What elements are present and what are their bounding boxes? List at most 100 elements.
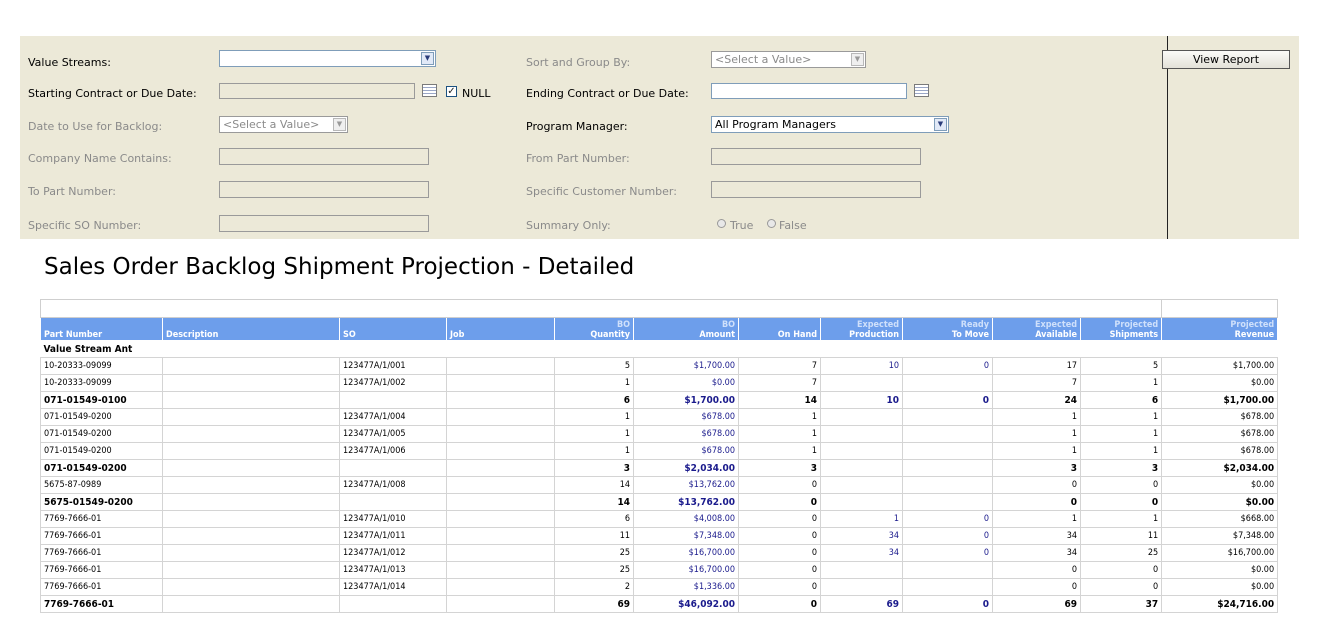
cell-qty: 69	[554, 595, 634, 613]
column-header[interactable]: Expected Production	[820, 317, 903, 341]
program-manager-select[interactable]: All Program Managers ▼	[711, 116, 949, 133]
column-header-line2: Description	[166, 330, 219, 340]
chevron-down-icon[interactable]: ▼	[333, 118, 346, 131]
cell-move: 0	[902, 391, 993, 409]
cell-move	[902, 493, 993, 511]
cell-move: 0	[902, 544, 993, 562]
column-header[interactable]: On Hand	[738, 317, 821, 341]
cell-ship: 0	[1079, 476, 1163, 494]
cell-ship: 0	[1079, 561, 1163, 579]
calendar-icon[interactable]	[914, 84, 929, 97]
column-header[interactable]: Ready To Move	[902, 317, 993, 341]
column-header-line2: Revenue	[1234, 330, 1275, 340]
cell-so: 123477A/1/005	[339, 425, 447, 443]
cell-part: 7769-7666-01	[40, 561, 163, 579]
cell-move: 0	[902, 510, 993, 528]
cell-avail: 1	[992, 510, 1081, 528]
calendar-icon[interactable]	[422, 84, 437, 97]
cell-onhand: 1	[738, 442, 821, 460]
cell-prod: 34	[820, 527, 903, 545]
cell-ship: 6	[1079, 391, 1163, 409]
cell-avail: 7	[992, 374, 1081, 392]
cell-amt: $4,008.00	[633, 510, 739, 528]
cell-prod: 10	[820, 357, 903, 375]
column-header[interactable]: Expected Available	[992, 317, 1081, 341]
chevron-down-icon[interactable]: ▼	[421, 52, 434, 65]
table-row: 10-20333-09099 123477A/1/002 1 $0.00 7 7 1 $0.0…	[40, 374, 1279, 392]
cell-desc	[162, 391, 340, 409]
table-row: 071-01549-0200 123477A/1/006 1 $678.00 1 1 1 $6…	[40, 442, 1279, 460]
column-header[interactable]: BO Amount	[633, 317, 739, 341]
column-header[interactable]: BO Quantity	[554, 317, 634, 341]
cell-rev: $678.00	[1161, 425, 1279, 443]
cell-job	[446, 544, 555, 562]
cell-job	[446, 527, 555, 545]
cell-amt: $13,762.00	[633, 493, 739, 511]
report-table: Part Number Description SO Job BO Quantity BO A…	[39, 299, 1279, 613]
column-header-line1	[44, 320, 159, 330]
column-header-line2: To Move	[951, 330, 989, 340]
cell-avail: 34	[992, 544, 1081, 562]
cell-ship: 1	[1079, 425, 1163, 443]
cell-amt: $0.00	[633, 374, 739, 392]
customer-number-label: Specific Customer Number:	[526, 185, 677, 198]
cell-job	[446, 595, 555, 613]
cell-avail: 17	[992, 357, 1081, 375]
column-header[interactable]: Description	[162, 317, 340, 341]
cell-move: 0	[902, 527, 993, 545]
parameters-panel: Value Streams: ▼ Sort and Group By: <Sel…	[20, 36, 1299, 239]
table-row: 7769-7666-01 123477A/1/013 25 $16,700.00 0 0 0…	[40, 561, 1279, 579]
company-name-input[interactable]	[219, 148, 429, 165]
cell-prod	[820, 493, 903, 511]
summary-true-radio[interactable]	[717, 219, 726, 228]
column-header[interactable]: Job	[446, 317, 555, 341]
cell-prod	[820, 425, 903, 443]
cell-qty: 1	[554, 374, 634, 392]
date-backlog-select[interactable]: <Select a Value> ▼	[219, 116, 348, 133]
cell-avail: 24	[992, 391, 1081, 409]
cell-amt: $7,348.00	[633, 527, 739, 545]
cell-so: 123477A/1/013	[339, 561, 447, 579]
column-header[interactable]: SO	[339, 317, 447, 341]
summary-false-label: False	[779, 219, 807, 232]
cell-so: 123477A/1/002	[339, 374, 447, 392]
cell-part: 071-01549-0100	[40, 391, 163, 409]
null-checkbox[interactable]: ✓	[446, 86, 457, 97]
chevron-down-icon[interactable]: ▼	[934, 118, 947, 131]
table-row: 7769-7666-01 123477A/1/012 25 $16,700.00 0 34…	[40, 544, 1279, 562]
cell-so: 123477A/1/010	[339, 510, 447, 528]
cell-ship: 0	[1079, 578, 1163, 596]
cell-rev: $7,348.00	[1161, 527, 1279, 545]
cell-so: 123477A/1/006	[339, 442, 447, 460]
column-header[interactable]: Part Number	[40, 317, 163, 341]
customer-number-input[interactable]	[711, 181, 921, 198]
view-report-button[interactable]: View Report	[1162, 50, 1290, 69]
so-number-input[interactable]	[219, 215, 429, 232]
summary-false-radio[interactable]	[767, 219, 776, 228]
cell-amt: $2,034.00	[633, 459, 739, 477]
sort-group-select[interactable]: <Select a Value> ▼	[711, 51, 866, 68]
cell-qty: 5	[554, 357, 634, 375]
chevron-down-icon[interactable]: ▼	[851, 53, 864, 66]
cell-amt: $16,700.00	[633, 561, 739, 579]
to-part-input[interactable]	[219, 181, 429, 198]
cell-onhand: 7	[738, 357, 821, 375]
cell-so	[339, 493, 447, 511]
cell-avail: 3	[992, 459, 1081, 477]
cell-qty: 6	[554, 510, 634, 528]
summary-only-label: Summary Only:	[526, 219, 611, 232]
column-header[interactable]: Projected Revenue	[1161, 317, 1279, 341]
subtotal-row: 071-01549-0200 3 $2,034.00 3 3 3 $2,034.00	[40, 459, 1279, 477]
cell-so: 123477A/1/004	[339, 408, 447, 426]
column-header-line1	[450, 320, 551, 330]
value-streams-select[interactable]: ▼	[219, 50, 436, 67]
starting-date-input[interactable]	[219, 83, 415, 99]
cell-job	[446, 357, 555, 375]
column-header-line2: Amount	[699, 330, 735, 340]
cell-ship: 1	[1079, 510, 1163, 528]
column-header[interactable]: Projected Shipments	[1079, 317, 1163, 341]
ending-date-input[interactable]	[711, 83, 907, 99]
cell-prod	[820, 561, 903, 579]
cell-desc	[162, 476, 340, 494]
from-part-input[interactable]	[711, 148, 921, 165]
